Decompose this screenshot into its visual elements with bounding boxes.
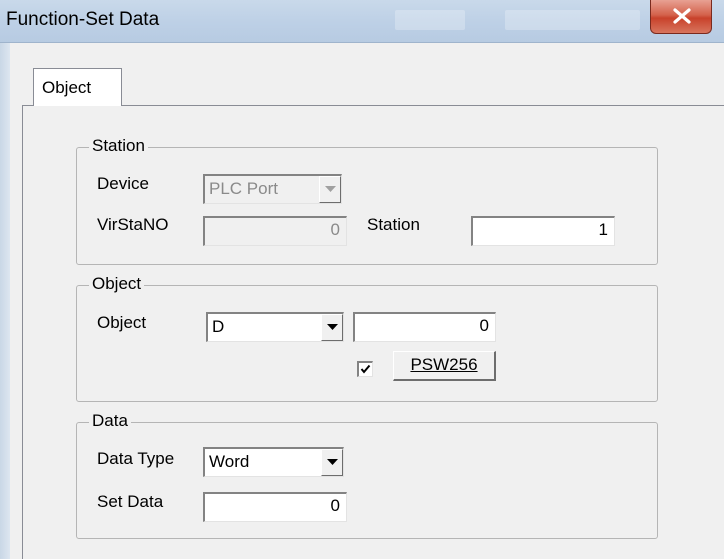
device-select[interactable]: PLC Port: [203, 174, 342, 204]
object-type-select[interactable]: D: [206, 312, 344, 342]
psw-checkbox[interactable]: [357, 361, 373, 377]
data-type-select-value: Word: [209, 452, 250, 471]
close-icon: [673, 8, 691, 24]
object-address-field[interactable]: 0: [353, 312, 496, 342]
object-group-legend: Object: [89, 274, 145, 294]
chevron-down-icon: [325, 186, 336, 192]
close-button[interactable]: [650, 0, 712, 34]
background-window-ghost: [395, 10, 465, 30]
station-groupbox: Station: [76, 136, 658, 265]
object-groupbox: Object: [76, 274, 658, 402]
data-type-dropdown-button[interactable]: [321, 449, 343, 476]
chevron-down-icon: [327, 324, 338, 330]
psw256-button-label: PSW256: [410, 355, 478, 374]
data-type-label: Data Type: [97, 449, 175, 468]
virstano-field[interactable]: 0: [203, 216, 347, 246]
set-data-field[interactable]: 0: [203, 492, 347, 522]
station-field[interactable]: 1: [471, 216, 615, 246]
station-label: Station: [367, 215, 420, 234]
title-bar[interactable]: Function-Set Data: [0, 0, 724, 43]
object-type-dropdown-button[interactable]: [321, 314, 343, 341]
chevron-down-icon: [327, 459, 338, 465]
virstano-label: VirStaNO: [97, 215, 169, 234]
window-title: Function-Set Data: [6, 9, 160, 30]
window-frame-left: [0, 43, 10, 559]
psw256-button[interactable]: PSW256: [393, 351, 496, 381]
device-select-value: PLC Port: [209, 179, 278, 198]
object-label: Object: [97, 313, 147, 332]
station-group-legend: Station: [89, 136, 148, 156]
background-window-ghost: [505, 10, 640, 30]
checkmark-icon: [360, 364, 371, 374]
device-label: Device: [97, 174, 149, 193]
device-dropdown-button[interactable]: [319, 176, 341, 203]
object-type-select-value: D: [212, 317, 225, 336]
set-data-label: Set Data: [97, 492, 164, 511]
tab-object[interactable]: Object: [33, 68, 122, 106]
data-type-select[interactable]: Word: [203, 447, 344, 477]
data-group-legend: Data: [89, 411, 131, 431]
tab-object-label: Object: [42, 78, 92, 97]
function-set-data-dialog: Function-Set Data Object Station Device …: [0, 0, 724, 559]
data-groupbox: Data: [76, 411, 658, 539]
